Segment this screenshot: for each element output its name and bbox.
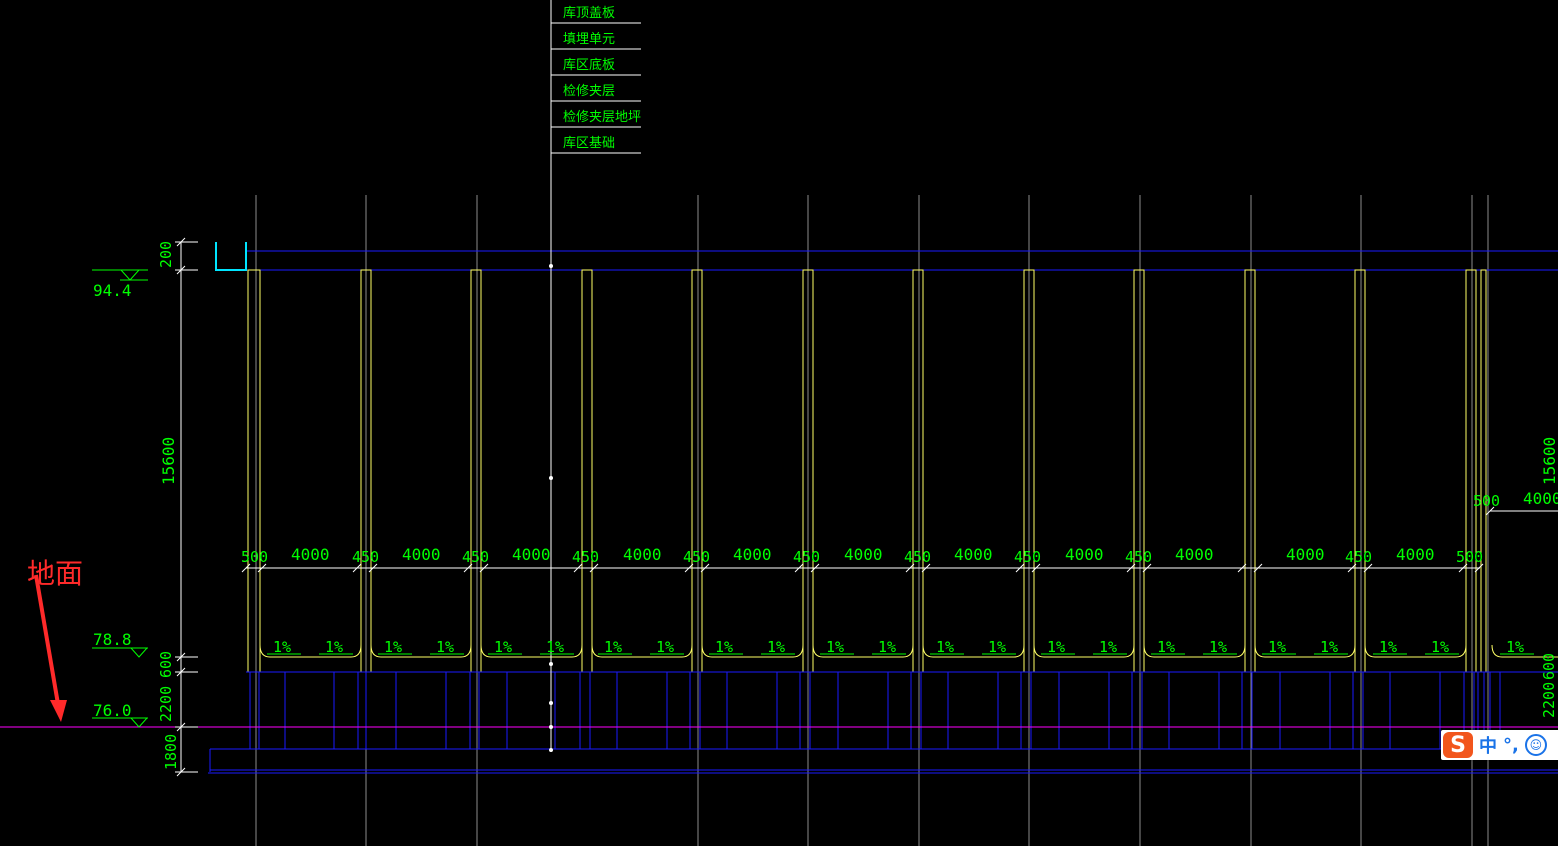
elevation-marker-ground: 76.0 bbox=[92, 701, 148, 728]
slope-label: 1% bbox=[436, 638, 454, 656]
cell-wall bbox=[470, 269, 482, 673]
dim-wall-thickness: 450 bbox=[462, 548, 489, 566]
dim-wall-thickness: 500 bbox=[1456, 548, 1483, 566]
slope-label: 1% bbox=[1506, 638, 1524, 656]
elevation-marker-top: 94.4 bbox=[92, 269, 148, 300]
dim-base-1800: 1800 bbox=[162, 734, 180, 770]
roof-edge-bracket bbox=[215, 242, 247, 271]
cell-wall bbox=[1133, 269, 1145, 673]
slope-label: 1% bbox=[1047, 638, 1065, 656]
elevation-top-label: 94.4 bbox=[93, 281, 132, 300]
smile-icon[interactable]: ☺ bbox=[1524, 734, 1547, 756]
dim-wall-thickness: 500 bbox=[241, 548, 268, 566]
dim-wall-thickness: 450 bbox=[572, 548, 599, 566]
cell-wall bbox=[912, 269, 924, 673]
legend-item-floor-slab: 库区底板 bbox=[563, 57, 615, 73]
slope-label: 1% bbox=[1431, 638, 1449, 656]
elevation-ground-label: 76.0 bbox=[93, 701, 132, 720]
slope-label: 1% bbox=[878, 638, 896, 656]
right-dim-600: 600 bbox=[1540, 653, 1558, 680]
slope-label: 1% bbox=[1099, 638, 1117, 656]
dim-slab-600: 600 bbox=[157, 651, 175, 678]
slope-label: 1% bbox=[767, 638, 785, 656]
dim-bay-width: 4000 bbox=[1065, 545, 1104, 564]
slope-label: 1% bbox=[1379, 638, 1397, 656]
dim-bay-width: 4000 bbox=[954, 545, 993, 564]
floor-slope-labels: 1% 1% 1% 1% 1% 1% 1% 1% 1% 1% 1% 1% 1% 1% 1% 1% 1% 1% 1% 1%… bbox=[267, 638, 1534, 656]
legend-item-mezzanine: 检修夹层 bbox=[563, 84, 615, 99]
slope-label: 1% bbox=[715, 638, 733, 656]
slope-label: 1% bbox=[1209, 638, 1227, 656]
right-dim-4000: 4000 bbox=[1523, 489, 1558, 508]
left-dimension-chain: 200 15600 600 2200 1800 bbox=[157, 237, 198, 777]
dim-wall-thickness: 450 bbox=[1125, 548, 1152, 566]
dim-wall-thickness: 450 bbox=[1014, 548, 1041, 566]
slope-label: 1% bbox=[988, 638, 1006, 656]
slope-label: 1% bbox=[494, 638, 512, 656]
ground-annotation-label: 地面 bbox=[27, 557, 83, 590]
right-dim-2200: 2200 bbox=[1540, 682, 1558, 718]
cell-wall bbox=[1354, 269, 1366, 673]
slope-label: 1% bbox=[1157, 638, 1175, 656]
cell-wall bbox=[1480, 269, 1487, 673]
slope-label: 1% bbox=[325, 638, 343, 656]
legend-item-foundation: 库区基础 bbox=[563, 135, 615, 151]
dim-wall-thickness: 450 bbox=[1345, 548, 1372, 566]
dim-height-15600: 15600 bbox=[159, 437, 178, 485]
dim-bay-width: 4000 bbox=[733, 545, 772, 564]
elevation-mid-label: 78.8 bbox=[93, 630, 132, 649]
dim-wall-thickness: 450 bbox=[352, 548, 379, 566]
dim-bay-width: 4000 bbox=[291, 545, 330, 564]
cell-wall bbox=[691, 269, 703, 673]
dim-bay-width: 4000 bbox=[1396, 545, 1435, 564]
dim-wall-thickness: 450 bbox=[793, 548, 820, 566]
slope-label: 1% bbox=[656, 638, 674, 656]
ground-annotation: 地面 bbox=[27, 557, 83, 722]
slope-label: 1% bbox=[273, 638, 291, 656]
bay-dimension-chain: 500 450 450 450 450 450 450 450 450 450 500 4000 400… bbox=[241, 545, 1484, 573]
slope-label: 1% bbox=[546, 638, 564, 656]
dim-bay-width: 4000 bbox=[623, 545, 662, 564]
ime-language-toggle[interactable]: 中 bbox=[1479, 732, 1497, 758]
sogou-logo-icon[interactable]: S bbox=[1443, 732, 1473, 758]
dim-bay-width: 4000 bbox=[1175, 545, 1214, 564]
right-dim-15600: 15600 bbox=[1540, 437, 1558, 485]
slope-label: 1% bbox=[826, 638, 844, 656]
cad-drawing-canvas[interactable]: 库顶盖板 填埋单元 库区底板 检修夹层 检修夹层地坪 库区基础 200 1560… bbox=[0, 0, 1558, 846]
dim-bay-width: 4000 bbox=[844, 545, 883, 564]
mezzanine-zone bbox=[208, 671, 1558, 774]
slope-label: 1% bbox=[1320, 638, 1338, 656]
dim-top-200: 200 bbox=[157, 241, 175, 268]
legend-item-landfill-cell: 填埋单元 bbox=[563, 32, 615, 47]
dim-bay-width: 4000 bbox=[1286, 545, 1325, 564]
dim-wall-thickness: 450 bbox=[683, 548, 710, 566]
slope-label: 1% bbox=[604, 638, 622, 656]
layer-legend-table: 库顶盖板 填埋单元 库区底板 检修夹层 检修夹层地坪 库区基础 bbox=[551, 5, 641, 154]
slope-label: 1% bbox=[384, 638, 402, 656]
slope-label: 1% bbox=[936, 638, 954, 656]
right-dim-500: 500 bbox=[1473, 492, 1500, 510]
cell-wall bbox=[581, 269, 593, 673]
elevation-marker-mid: 78.8 bbox=[92, 630, 148, 658]
cell-wall bbox=[1465, 269, 1477, 673]
dim-mezzanine-2200: 2200 bbox=[157, 686, 175, 722]
cell-wall bbox=[247, 269, 261, 673]
ime-punctuation-toggle[interactable]: °, bbox=[1503, 735, 1519, 756]
dim-bay-width: 4000 bbox=[402, 545, 441, 564]
legend-item-roof-slab: 库顶盖板 bbox=[563, 5, 615, 21]
legend-item-mezzanine-floor: 检修夹层地坪 bbox=[563, 110, 641, 125]
ime-toolbar[interactable]: S 中 °, ☺ bbox=[1441, 730, 1558, 760]
cell-wall bbox=[1244, 269, 1256, 673]
slope-label: 1% bbox=[1268, 638, 1286, 656]
axis-grid-lines bbox=[255, 195, 1489, 846]
dim-wall-thickness: 450 bbox=[904, 548, 931, 566]
dim-bay-width: 4000 bbox=[512, 545, 551, 564]
